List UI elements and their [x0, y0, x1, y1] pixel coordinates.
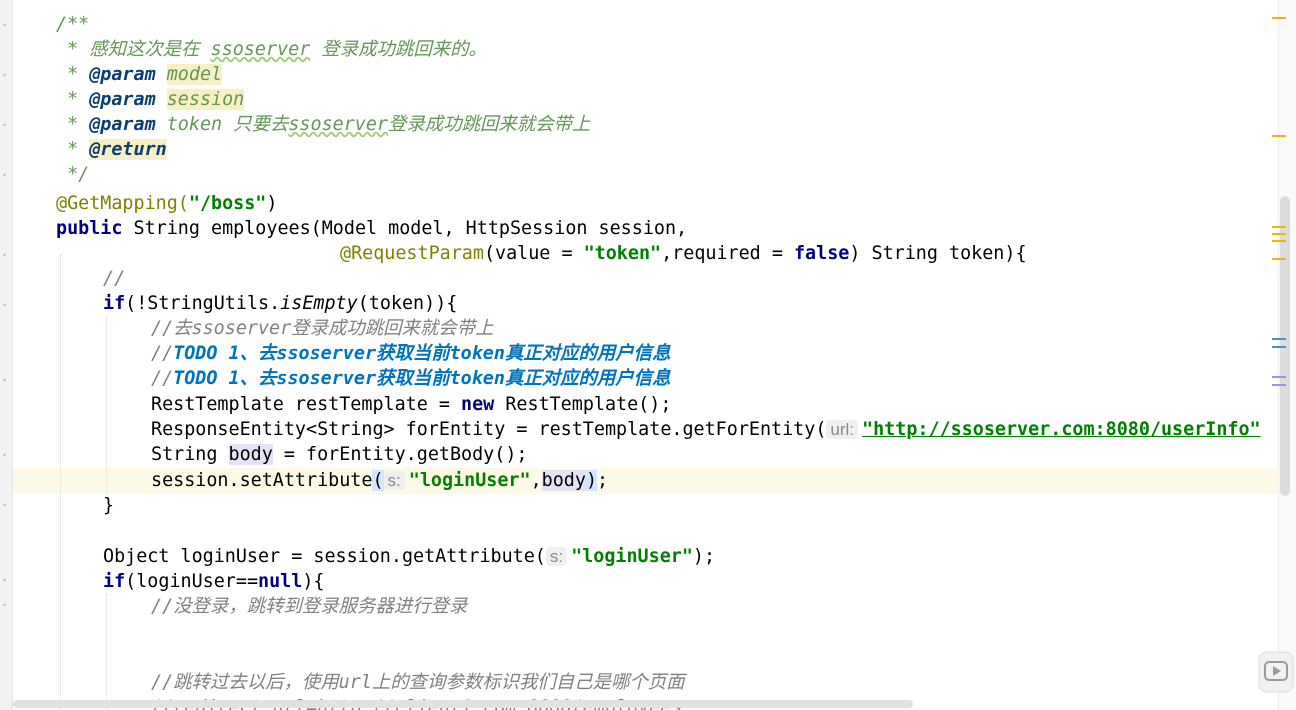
param-hint: s: [383, 471, 405, 490]
error-stripe-mark[interactable] [1272, 376, 1286, 378]
code-line-current: session.setAttribute(s: "loginUser",body)… [151, 470, 609, 491]
code-line: /** [56, 14, 90, 35]
indent-guide [106, 318, 107, 498]
error-stripe-mark[interactable] [1272, 258, 1286, 260]
param-hint: url: [826, 420, 859, 439]
code-line: //TODO 1、去ssoserver获取当前token真正对应的用户信息 [151, 343, 671, 364]
code-line: //去ssoserver登录成功跳回来就会带上 [151, 318, 494, 339]
fold-marker-icon[interactable]: ▸ [1, 120, 9, 129]
code-line: } [103, 495, 115, 516]
fold-marker-icon[interactable]: ▸ [1, 600, 9, 609]
error-stripe-mark[interactable] [1272, 135, 1286, 137]
fold-marker-icon[interactable]: ▸ [1, 300, 9, 309]
error-stripe-mark[interactable] [1272, 384, 1286, 386]
code-line: public String employees(Model model, Htt… [56, 218, 688, 239]
error-stripe-mark[interactable] [1272, 346, 1286, 348]
fold-marker-icon[interactable]: ▸ [1, 575, 9, 584]
video-play-icon[interactable] [1256, 646, 1296, 698]
code-line: //TODO 1、去ssoserver获取当前token真正对应的用户信息 [151, 368, 671, 389]
error-stripe-mark[interactable] [1272, 17, 1286, 19]
code-line: if(loginUser==null){ [103, 571, 325, 592]
indent-guide [106, 594, 107, 710]
fold-marker-icon[interactable]: ▸ [1, 250, 9, 259]
code-line: * 感知这次是在 ssoserver 登录成功跳回来的。 [56, 39, 487, 60]
code-line: RestTemplate restTemplate = new RestTemp… [151, 394, 672, 415]
fold-marker-icon[interactable]: ▸ [1, 70, 9, 79]
indent-guide [60, 254, 61, 710]
code-line: String body = forEntity.getBody(); [151, 444, 528, 465]
code-line: ResponseEntity<String> forEntity = restT… [151, 419, 1261, 440]
code-line: @GetMapping("/boss") [56, 193, 278, 214]
code-line: Object loginUser = session.getAttribute(… [103, 546, 716, 567]
error-stripe-mark[interactable] [1272, 233, 1286, 235]
error-stripe-mark[interactable] [1272, 226, 1286, 228]
code-line: * @return [56, 139, 167, 160]
code-line: @RequestParam(value = "token",required =… [340, 243, 1027, 264]
fold-marker-icon[interactable]: ▸ [1, 20, 9, 29]
code-line: * @param token 只要去ssoserver登录成功跳回来就会带上 [56, 114, 591, 135]
code-line: * @param session [56, 89, 245, 110]
code-editor[interactable]: ▸ ▸ ▸ ▸ ▸ ▸ ▸ ▸ ▸ ▸ ▸ /** * 感知这次是在 ssose… [0, 0, 1296, 710]
code-line: if(!StringUtils.isEmpty(token)){ [103, 293, 458, 314]
code-line: //跳转过去以后，使用url上的查询参数标识我们自己是哪个页面 [151, 672, 685, 693]
fold-marker-icon[interactable]: ▸ [1, 450, 9, 459]
horizontal-scrollbar[interactable] [13, 700, 913, 708]
error-stripe-mark[interactable] [1272, 240, 1286, 242]
editor-gutter: ▸ ▸ ▸ ▸ ▸ ▸ ▸ ▸ ▸ ▸ ▸ [0, 0, 13, 710]
code-line: // [103, 268, 126, 289]
param-hint: s: [545, 547, 568, 566]
fold-marker-icon[interactable]: ▸ [1, 500, 9, 509]
code-line: //没登录，跳转到登录服务器进行登录 [151, 596, 468, 617]
code-line: * @param model [56, 64, 223, 85]
fold-marker-icon[interactable]: ▸ [1, 375, 9, 384]
code-line: */ [56, 164, 90, 185]
fold-marker-icon[interactable]: ▸ [1, 170, 9, 179]
error-stripe-mark[interactable] [1272, 338, 1286, 340]
